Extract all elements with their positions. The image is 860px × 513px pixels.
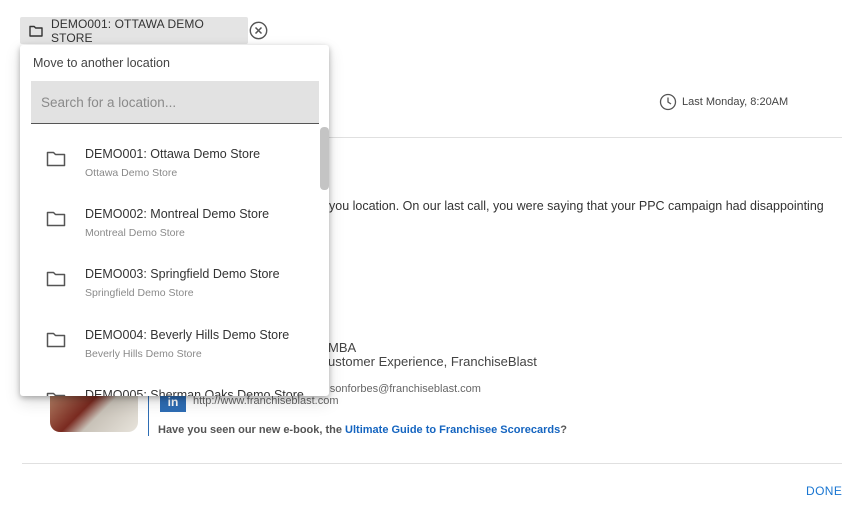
location-chip[interactable]: DEMO001: OTTAWA DEMO STORE xyxy=(20,16,248,45)
location-item-subtitle: Ottawa Demo Store xyxy=(85,167,178,179)
folder-icon xyxy=(46,151,66,167)
location-chip-label: DEMO001: OTTAWA DEMO STORE xyxy=(51,16,204,45)
scrollbar-thumb[interactable] xyxy=(320,127,329,190)
signature-promo: Have you seen our new e-book, the Ultima… xyxy=(158,424,567,436)
location-list: DEMO001: Ottawa Demo Store Ottawa Demo S… xyxy=(20,127,320,396)
signature-divider xyxy=(148,395,149,436)
message-body: you location. On our last call, you were… xyxy=(329,199,824,213)
promo-link[interactable]: Ultimate Guide to Franchisee Scorecards xyxy=(345,424,560,436)
clear-circle-icon[interactable] xyxy=(249,21,268,40)
location-item-name: DEMO004: Beverly Hills Demo Store xyxy=(85,328,290,342)
location-item-subtitle: Montreal Demo Store xyxy=(85,227,185,239)
message-timestamp: Last Monday, 8:20AM xyxy=(659,92,788,111)
folder-icon xyxy=(46,271,66,287)
location-item-name: DEMO005: Sherman Oaks Demo Store xyxy=(85,388,304,396)
signature-email[interactable]: rdsonforbes@franchiseblast.com xyxy=(320,383,481,395)
location-item-name: DEMO002: Montreal Demo Store xyxy=(85,207,270,221)
location-item[interactable]: DEMO001: Ottawa Demo Store Ottawa Demo S… xyxy=(20,127,320,187)
done-button[interactable]: DONE xyxy=(806,484,842,498)
location-item-subtitle: Beverly Hills Demo Store xyxy=(85,348,202,360)
location-item-name: DEMO003: Springfield Demo Store xyxy=(85,267,280,281)
location-item[interactable]: DEMO002: Montreal Demo Store Montreal De… xyxy=(20,187,320,247)
signature-url[interactable]: http://www.franchiseblast.com xyxy=(193,395,339,407)
location-list-scrollbar[interactable] xyxy=(320,127,329,396)
location-search-input[interactable] xyxy=(31,81,319,123)
folder-icon xyxy=(29,25,43,37)
dropdown-title: Move to another location xyxy=(33,56,170,70)
folder-icon xyxy=(46,392,66,396)
divider xyxy=(22,463,842,464)
promo-suffix: ? xyxy=(560,424,567,436)
location-dropdown: Move to another location DEMO001: Ottawa… xyxy=(20,45,329,396)
promo-prefix: Have you seen our new e-book, the xyxy=(158,424,346,436)
location-item[interactable]: DEMO004: Beverly Hills Demo Store Beverl… xyxy=(20,308,320,368)
signature-title: ustomer Experience, FranchiseBlast xyxy=(328,354,537,369)
location-search[interactable] xyxy=(31,81,319,124)
signature-name: MBA xyxy=(328,340,357,355)
clock-icon xyxy=(659,93,677,110)
folder-icon xyxy=(46,332,66,348)
timestamp-text: Last Monday, 8:20AM xyxy=(682,95,789,108)
location-item-name: DEMO001: Ottawa Demo Store xyxy=(85,147,261,161)
location-item-subtitle: Springfield Demo Store xyxy=(85,287,194,299)
folder-icon xyxy=(46,211,66,227)
location-item[interactable]: DEMO005: Sherman Oaks Demo Store xyxy=(20,368,320,396)
location-item[interactable]: DEMO003: Springfield Demo Store Springfi… xyxy=(20,247,320,307)
